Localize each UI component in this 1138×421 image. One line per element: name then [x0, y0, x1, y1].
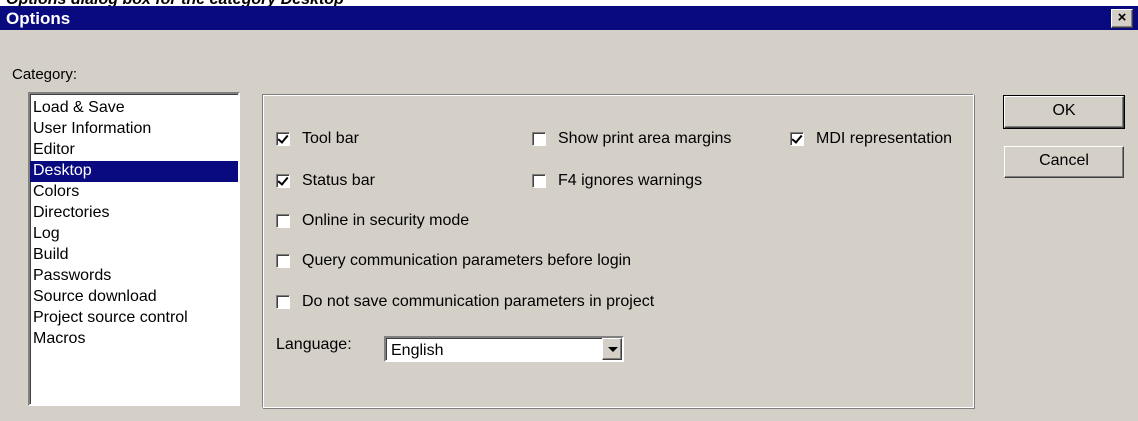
category-item-desktop[interactable]: Desktop — [30, 161, 238, 182]
language-value: English — [391, 342, 444, 359]
category-item-source-download[interactable]: Source download — [30, 287, 238, 308]
category-item-user-information[interactable]: User Information — [30, 119, 238, 140]
language-select[interactable]: English — [384, 336, 624, 362]
chevron-down-icon[interactable] — [602, 338, 622, 360]
checkbox-icon — [276, 214, 290, 228]
category-label: Category: — [12, 66, 78, 83]
print-margins-label: Show print area margins — [558, 130, 732, 147]
checkbox-icon — [532, 174, 546, 188]
query-comm-label: Query communication parameters before lo… — [302, 252, 632, 269]
no-save-comm-checkbox[interactable]: Do not save communication parameters in … — [276, 293, 654, 311]
checkbox-icon — [532, 132, 546, 146]
mdi-checkbox[interactable]: MDI representation — [790, 130, 952, 148]
tool-bar-checkbox[interactable]: Tool bar — [276, 130, 359, 148]
category-list[interactable]: Load & Save User Information Editor Desktop… — [28, 92, 240, 406]
category-item-build[interactable]: Build — [30, 245, 238, 266]
status-bar-label: Status bar — [302, 172, 375, 189]
category-item-load-save[interactable]: Load & Save — [30, 98, 238, 119]
category-item-macros[interactable]: Macros — [30, 329, 238, 350]
close-button[interactable]: × — [1111, 9, 1133, 28]
checkbox-icon — [276, 174, 290, 188]
options-dialog: Options × Category: Load & Save User Info… — [0, 6, 1138, 421]
dialog-title: Options — [6, 9, 71, 28]
checkbox-icon — [276, 254, 290, 268]
no-save-comm-label: Do not save communication parameters in … — [302, 293, 655, 310]
close-icon: × — [1117, 9, 1127, 26]
checkbox-icon — [276, 132, 290, 146]
category-item-project-source-control[interactable]: Project source control — [30, 308, 238, 329]
mdi-label: MDI representation — [816, 130, 953, 147]
query-comm-checkbox[interactable]: Query communication parameters before lo… — [276, 252, 631, 270]
tool-bar-label: Tool bar — [302, 130, 359, 147]
category-item-directories[interactable]: Directories — [30, 203, 238, 224]
checkbox-icon — [790, 132, 804, 146]
category-item-colors[interactable]: Colors — [30, 182, 238, 203]
f4-ignores-checkbox[interactable]: F4 ignores warnings — [532, 172, 702, 190]
online-security-checkbox[interactable]: Online in security mode — [276, 212, 469, 230]
cancel-button[interactable]: Cancel — [1004, 146, 1124, 178]
checkbox-icon — [276, 295, 290, 309]
ok-button[interactable]: OK — [1003, 95, 1125, 129]
online-security-label: Online in security mode — [302, 212, 470, 229]
status-bar-checkbox[interactable]: Status bar — [276, 172, 375, 190]
language-label: Language: — [276, 336, 352, 353]
category-item-editor[interactable]: Editor — [30, 140, 238, 161]
print-margins-checkbox[interactable]: Show print area margins — [532, 130, 731, 148]
category-item-passwords[interactable]: Passwords — [30, 266, 238, 287]
title-bar: Options × — [0, 6, 1138, 30]
f4-ignores-label: F4 ignores warnings — [558, 172, 703, 189]
category-item-log[interactable]: Log — [30, 224, 238, 245]
